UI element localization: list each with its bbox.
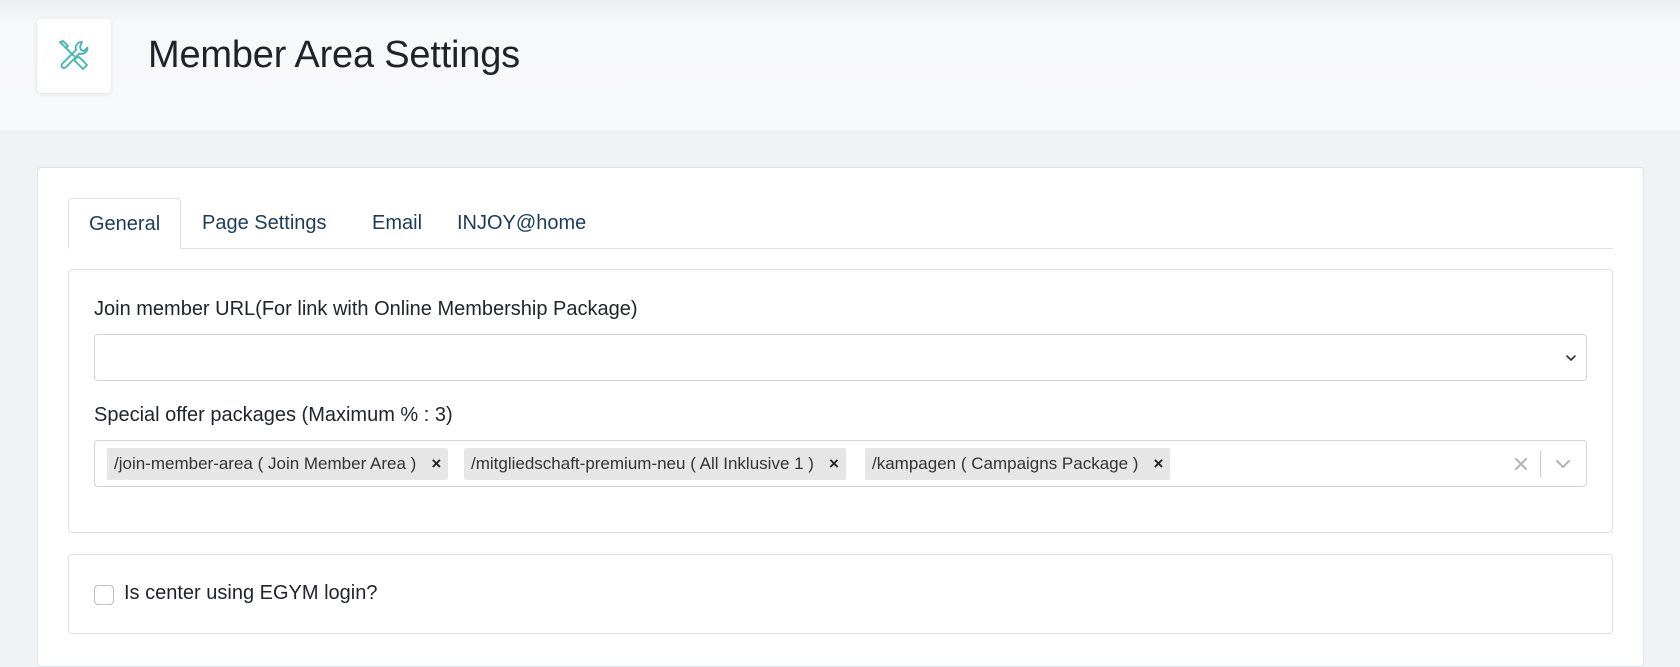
tab-injoy-home[interactable]: INJOY@home	[437, 198, 606, 249]
indicator-separator	[1540, 451, 1541, 477]
clear-all-icon[interactable]	[1509, 452, 1533, 476]
settings-tabs: General Page Settings Email INJOY@home	[68, 198, 1613, 249]
chip-label: /mitgliedschaft-premium-neu ( All Inklus…	[471, 454, 814, 473]
chip-remove-icon[interactable]: ×	[424, 448, 448, 480]
general-section: Join member URL(For link with Online Mem…	[68, 269, 1613, 533]
chevron-down-icon[interactable]	[1550, 452, 1576, 476]
tools-icon	[59, 40, 89, 70]
chip-remove-icon[interactable]: ×	[822, 448, 846, 480]
chip-remove-icon[interactable]: ×	[1146, 448, 1170, 480]
chip-label: /join-member-area ( Join Member Area )	[114, 454, 417, 473]
egym-login-label: Is center using EGYM login?	[124, 582, 378, 604]
header-icon-box	[37, 19, 111, 93]
tab-email[interactable]: Email	[352, 198, 442, 249]
chevron-down-icon	[1566, 355, 1576, 361]
page-header: Member Area Settings	[0, 0, 1680, 130]
tab-general[interactable]: General	[68, 198, 182, 249]
special-offers-multiselect[interactable]: /join-member-area ( Join Member Area ) ×…	[94, 440, 1587, 487]
chip-label: /kampagen ( Campaigns Package )	[872, 454, 1139, 473]
join-url-select[interactable]	[94, 334, 1587, 381]
page-title: Member Area Settings	[148, 34, 520, 76]
settings-card: General Page Settings Email INJOY@home J…	[37, 167, 1644, 667]
special-offers-label: Special offer packages (Maximum % : 3)	[94, 404, 453, 426]
selected-package-chip: /mitgliedschaft-premium-neu ( All Inklus…	[464, 448, 846, 480]
egym-login-checkbox[interactable]	[94, 585, 114, 605]
join-url-label: Join member URL(For link with Online Mem…	[94, 298, 638, 320]
selected-package-chip: /kampagen ( Campaigns Package ) ×	[865, 448, 1171, 480]
egym-section: Is center using EGYM login?	[68, 554, 1613, 634]
selected-package-chip: /join-member-area ( Join Member Area ) ×	[107, 448, 449, 480]
tab-page-settings[interactable]: Page Settings	[182, 198, 347, 249]
